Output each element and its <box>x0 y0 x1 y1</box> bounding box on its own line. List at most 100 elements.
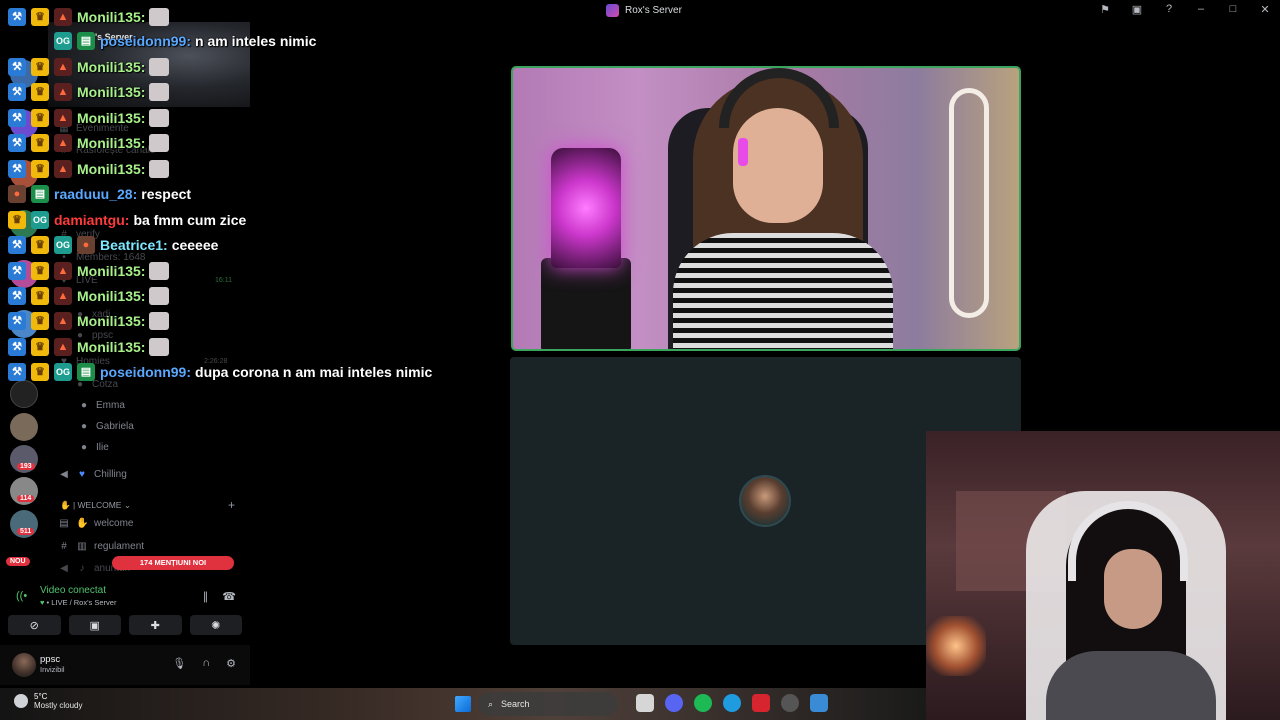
soundboard-button[interactable]: ✺ <box>189 615 242 635</box>
crown-badge-icon: ♛ <box>31 58 49 76</box>
chat-text: n am inteles nimic <box>195 33 317 49</box>
voice-status: Video conectat <box>40 585 106 596</box>
chat-message: ⚒ ♛ OG ▤ poseidonn99: dupa corona n am mai i… <box>8 361 432 383</box>
voice-actions: ∥ ☎ <box>203 590 236 603</box>
server-icon[interactable] <box>10 413 38 441</box>
user-name[interactable]: ppsc <box>40 654 60 665</box>
user-status: Invizibil <box>40 665 65 674</box>
spotify-icon[interactable] <box>694 694 712 712</box>
emote-icon <box>149 287 170 305</box>
inbox-icon[interactable]: ⚑ <box>1098 3 1112 16</box>
video-tile-camera[interactable] <box>511 66 1021 351</box>
headphones-icon[interactable]: ∩ <box>202 657 210 670</box>
crown-badge-icon: ♛ <box>31 8 49 26</box>
chat-username: poseidonn99: <box>100 364 192 380</box>
fox-badge-icon: ▲ <box>54 160 72 178</box>
chat-text: respect <box>141 186 192 202</box>
maximize-icon[interactable]: □ <box>1226 3 1240 16</box>
file-explorer-icon[interactable] <box>636 694 654 712</box>
emote-icon <box>149 338 170 356</box>
avatar: ● <box>80 400 88 411</box>
chat-message: ⚒ ♛ ▲ Monili135: <box>8 107 170 129</box>
avatar-badge-icon: ● <box>77 236 95 254</box>
settings-gear-icon[interactable]: ⚙ <box>226 657 236 670</box>
voice-user-ilie[interactable]: ● Ilie <box>78 442 109 453</box>
wave-icon: ✋ <box>76 518 89 529</box>
voice-user-gabriela[interactable]: ● Gabriela <box>78 421 134 432</box>
taskbar-search[interactable]: ⌕ Search <box>478 692 618 716</box>
voice-location[interactable]: ♥ • LIVE / Rox's Server <box>40 598 116 607</box>
minimize-icon[interactable]: – <box>1194 3 1208 16</box>
server-badge: 114 <box>17 495 35 502</box>
close-icon[interactable]: ✕ <box>1258 3 1272 16</box>
chat-username: Monili135: <box>77 84 146 100</box>
emote-icon <box>149 58 170 76</box>
megaphone-icon: ◀ <box>60 563 68 574</box>
app-blue-icon[interactable] <box>810 694 828 712</box>
chat-username: damiantgu: <box>54 212 130 228</box>
moderator-badge-icon: ⚒ <box>8 160 26 178</box>
channel-welcome[interactable]: ▤ ✋ welcome <box>58 518 133 529</box>
avatar: ● <box>80 442 88 453</box>
edge-icon[interactable] <box>723 694 741 712</box>
chat-username: Monili135: <box>77 288 146 304</box>
weather-widget[interactable]: 5°C Mostly cloudy <box>14 692 82 710</box>
discord-icon[interactable] <box>665 694 683 712</box>
fox-badge-icon: ▲ <box>54 8 72 26</box>
weather-text: Mostly cloudy <box>34 701 83 710</box>
chat-username: Monili135: <box>77 59 146 75</box>
moderator-badge-icon: ⚒ <box>8 236 26 254</box>
avatar[interactable] <box>12 653 36 677</box>
emote-icon <box>149 262 170 280</box>
noise-suppression-icon[interactable]: ∥ <box>203 590 209 603</box>
fox-badge-icon: ▲ <box>54 312 72 330</box>
fox-badge-icon: ▲ <box>54 287 72 305</box>
fox-badge-icon: ▲ <box>54 338 72 356</box>
category-welcome[interactable]: ✋ | WELCOME ⌄ <box>60 500 131 511</box>
chat-username: Beatrice1: <box>100 237 168 253</box>
chat-message: ⚒ ♛ ▲ Monili135: <box>8 81 170 103</box>
activities-button[interactable]: ✚ <box>129 615 182 635</box>
chat-text: ba fmm cum zice <box>133 212 247 228</box>
moderator-badge-icon: ⚒ <box>8 134 26 152</box>
server-icon <box>606 4 619 17</box>
avatar-badge-icon: ● <box>8 185 26 203</box>
disconnect-icon[interactable]: ☎ <box>222 590 236 603</box>
new-badge[interactable]: NOU <box>6 557 30 566</box>
window-title-text: Rox's Server <box>625 5 682 16</box>
new-mentions-pill[interactable]: 174 MENȚIUNI NOI <box>112 556 234 570</box>
title-bar-icons: ⚑ ▣ ? – □ ✕ <box>1098 3 1272 16</box>
avatar[interactable] <box>739 475 791 527</box>
channel-regulament[interactable]: # ▥ regulament <box>58 541 144 552</box>
voice-controls: ⊘ ▣ ✚ ✺ <box>8 615 242 635</box>
window-title: Rox's Server <box>606 4 682 17</box>
signal-icon[interactable]: ((• <box>16 590 30 604</box>
voice-user-emma[interactable]: ● Emma <box>78 400 125 411</box>
og-badge-icon: OG <box>54 32 72 50</box>
chat-message: ♛ OG damiantgu: ba fmm cum zice <box>8 209 246 231</box>
emote-icon <box>149 109 170 127</box>
steam-icon[interactable] <box>781 694 799 712</box>
fox-badge-icon: ▲ <box>54 109 72 127</box>
body-image <box>1046 651 1216 720</box>
help-icon[interactable]: ? <box>1162 3 1176 16</box>
screen-icon[interactable]: ▣ <box>1130 3 1144 16</box>
server-icon[interactable] <box>10 380 38 408</box>
user-controls: 🎙 ∩ ⚙ <box>172 657 236 670</box>
camera-off-button[interactable]: ⊘ <box>8 615 61 635</box>
microphone-icon[interactable]: 🎙 <box>172 657 186 670</box>
chat-username: poseidonn99: <box>100 33 192 49</box>
gift-badge-icon: ▤ <box>77 363 95 381</box>
fox-badge-icon: ▲ <box>54 134 72 152</box>
app-red-icon[interactable] <box>752 694 770 712</box>
temperature: 5°C <box>34 692 48 701</box>
chat-username: Monili135: <box>77 339 146 355</box>
add-channel-icon[interactable]: + <box>228 498 235 512</box>
start-button[interactable] <box>455 696 471 712</box>
voice-channel-chilling[interactable]: ◀ ♥ Chilling <box>58 469 127 480</box>
streamer-facecam <box>926 431 1280 720</box>
crown-badge-icon: ♛ <box>31 236 49 254</box>
camera-off-icon: ⊘ <box>29 619 39 632</box>
rules-icon: ▤ <box>59 518 69 529</box>
screen-share-button[interactable]: ▣ <box>68 615 121 635</box>
